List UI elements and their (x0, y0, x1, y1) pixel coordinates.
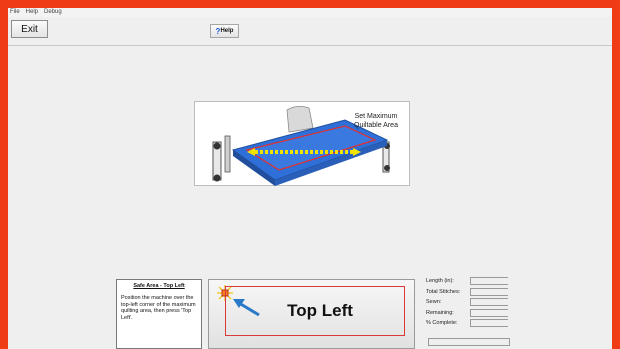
stat-label: Total Stitches: (426, 288, 461, 295)
instruction-title: Safe Area - Top Left (133, 283, 185, 289)
help-button-label: Help (220, 28, 234, 34)
stat-value-field (470, 308, 508, 317)
stat-value-field (470, 319, 508, 327)
stat-length: Length (in): (426, 277, 516, 288)
stat-label: Remaining: (426, 309, 454, 316)
instruction-panel: Safe Area - Top Left Position the machin… (116, 279, 202, 349)
stitch-stats-panel: Length (in): Total Stitches: Sewn: Remai… (426, 277, 516, 330)
top-left-button-label: Top Left (287, 301, 353, 320)
instruction-text: Position the machine over the top-left c… (121, 295, 196, 321)
toolbar: Exit ? Help (8, 17, 612, 46)
stat-percent-complete: % Complete: (426, 319, 516, 330)
menu-help[interactable]: Help (26, 8, 38, 17)
stat-value-field (470, 287, 508, 296)
menu-debug[interactable]: Debug (44, 8, 62, 17)
stat-remaining: Remaining: (426, 308, 516, 320)
stat-total-stitches: Total Stitches: (426, 287, 516, 299)
help-button[interactable]: ? Help (210, 24, 239, 38)
exit-button[interactable]: Exit (11, 20, 48, 38)
menu-bar: File Help Debug (8, 8, 612, 17)
menu-file[interactable]: File (10, 8, 20, 17)
top-left-button[interactable]: Top Left (208, 279, 415, 349)
progress-bar (428, 338, 510, 346)
caption-line-2: Quiltable Area (354, 122, 398, 129)
stat-label: Length (in): (426, 278, 454, 284)
stat-label: Sewn: (426, 299, 442, 305)
caption-line-1: Set Maximum (354, 113, 398, 120)
application-window: File Help Debug Exit ? Help Set Maximum … (8, 8, 612, 349)
quilt-frame-illustration: Set Maximum Quiltable Area (194, 101, 410, 186)
stat-label: % Complete: (426, 320, 458, 326)
stat-sewn: Sewn: (426, 298, 516, 309)
stat-value-field (470, 277, 508, 285)
illustration-caption: Set Maximum Quiltable Area (345, 112, 407, 130)
top-left-target-box: Top Left (225, 286, 405, 336)
stat-value-field (470, 298, 508, 306)
